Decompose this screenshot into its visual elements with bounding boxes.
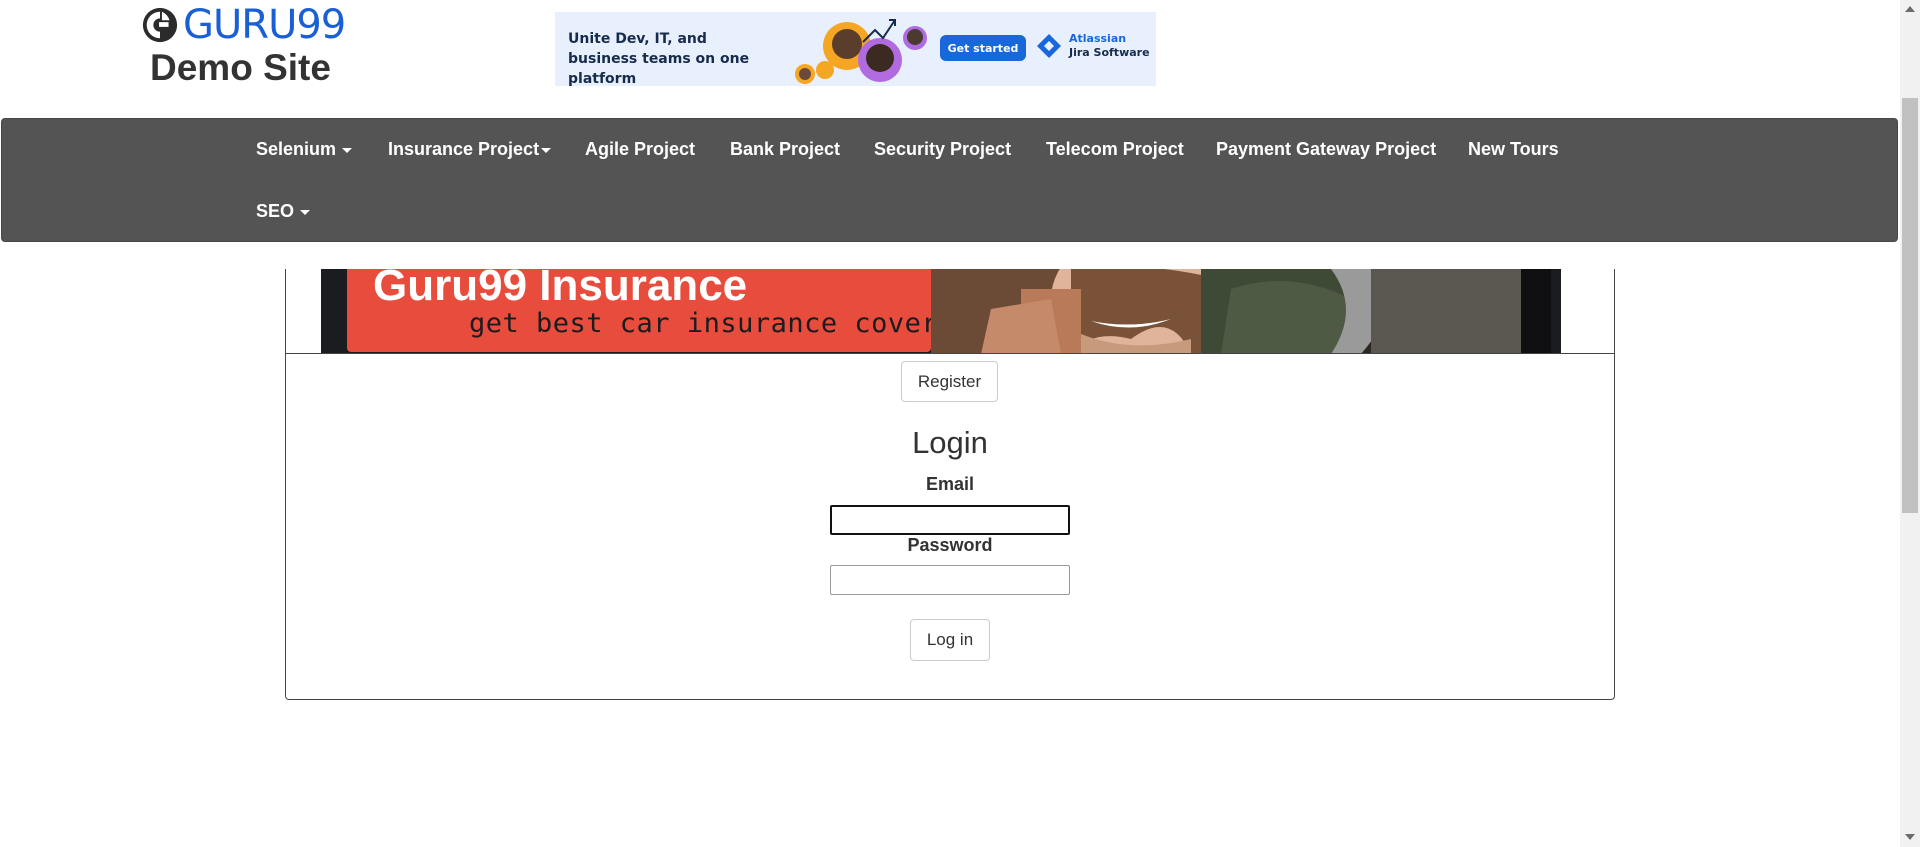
ad-get-started-button[interactable]: Get started <box>940 35 1026 61</box>
ad-brand-name: Atlassian <box>1069 32 1127 45</box>
main-navbar <box>1 118 1898 242</box>
banner-divider <box>285 353 1615 354</box>
banner-tagline: get best car insurance coverage <box>469 308 989 339</box>
banner-photo-image <box>931 269 1551 354</box>
password-input[interactable] <box>830 565 1070 595</box>
nav-security-project[interactable]: Security Project <box>874 139 1011 159</box>
advertisement-banner[interactable]: Unite Dev, IT, and business teams on one… <box>555 12 1156 86</box>
insurance-banner: Guru99 Insurance get best car insurance … <box>321 269 1561 354</box>
nav-new-tours[interactable]: New Tours <box>1468 139 1559 159</box>
scrollbar-thumb[interactable] <box>1902 98 1918 513</box>
chevron-down-icon <box>300 209 311 215</box>
banner-title: Guru99 Insurance <box>373 269 748 310</box>
nav-selenium-label: Selenium <box>256 139 337 159</box>
guru99-logo-icon <box>142 7 178 43</box>
jira-diamond-icon <box>1037 34 1061 58</box>
chevron-down-icon <box>541 147 552 153</box>
email-input[interactable] <box>830 505 1070 535</box>
register-button[interactable]: Register <box>901 361 998 402</box>
ad-brand: Atlassian Jira Software <box>1035 32 1150 60</box>
email-label: Email <box>925 474 975 494</box>
nav-agile-project[interactable]: Agile Project <box>585 139 695 159</box>
password-label: Password <box>907 535 993 555</box>
scroll-up-arrow-icon[interactable] <box>1905 6 1915 12</box>
site-logo[interactable]: GURU99 Demo Site <box>141 5 381 91</box>
login-heading: Login <box>912 425 988 460</box>
ad-brand-product: Jira Software <box>1069 46 1150 59</box>
site-title: Demo Site <box>150 47 331 88</box>
chevron-down-icon <box>342 147 353 153</box>
nav-telecom-project[interactable]: Telecom Project <box>1046 139 1184 159</box>
nav-seo-label: SEO <box>256 201 295 221</box>
nav-payment-gateway-project[interactable]: Payment Gateway Project <box>1216 139 1436 159</box>
nav-insurance-project-label: Insurance Project <box>388 139 540 159</box>
nav-selenium[interactable]: Selenium <box>256 139 353 159</box>
ad-headline: Unite Dev, IT, and business teams on one… <box>568 31 750 86</box>
scroll-down-arrow-icon[interactable] <box>1905 834 1915 840</box>
nav-insurance-project[interactable]: Insurance Project <box>388 139 552 159</box>
nav-bank-project[interactable]: Bank Project <box>730 139 840 159</box>
nav-seo[interactable]: SEO <box>256 201 311 221</box>
login-button[interactable]: Log in <box>910 619 990 661</box>
logo-text: GURU99 <box>183 2 346 48</box>
